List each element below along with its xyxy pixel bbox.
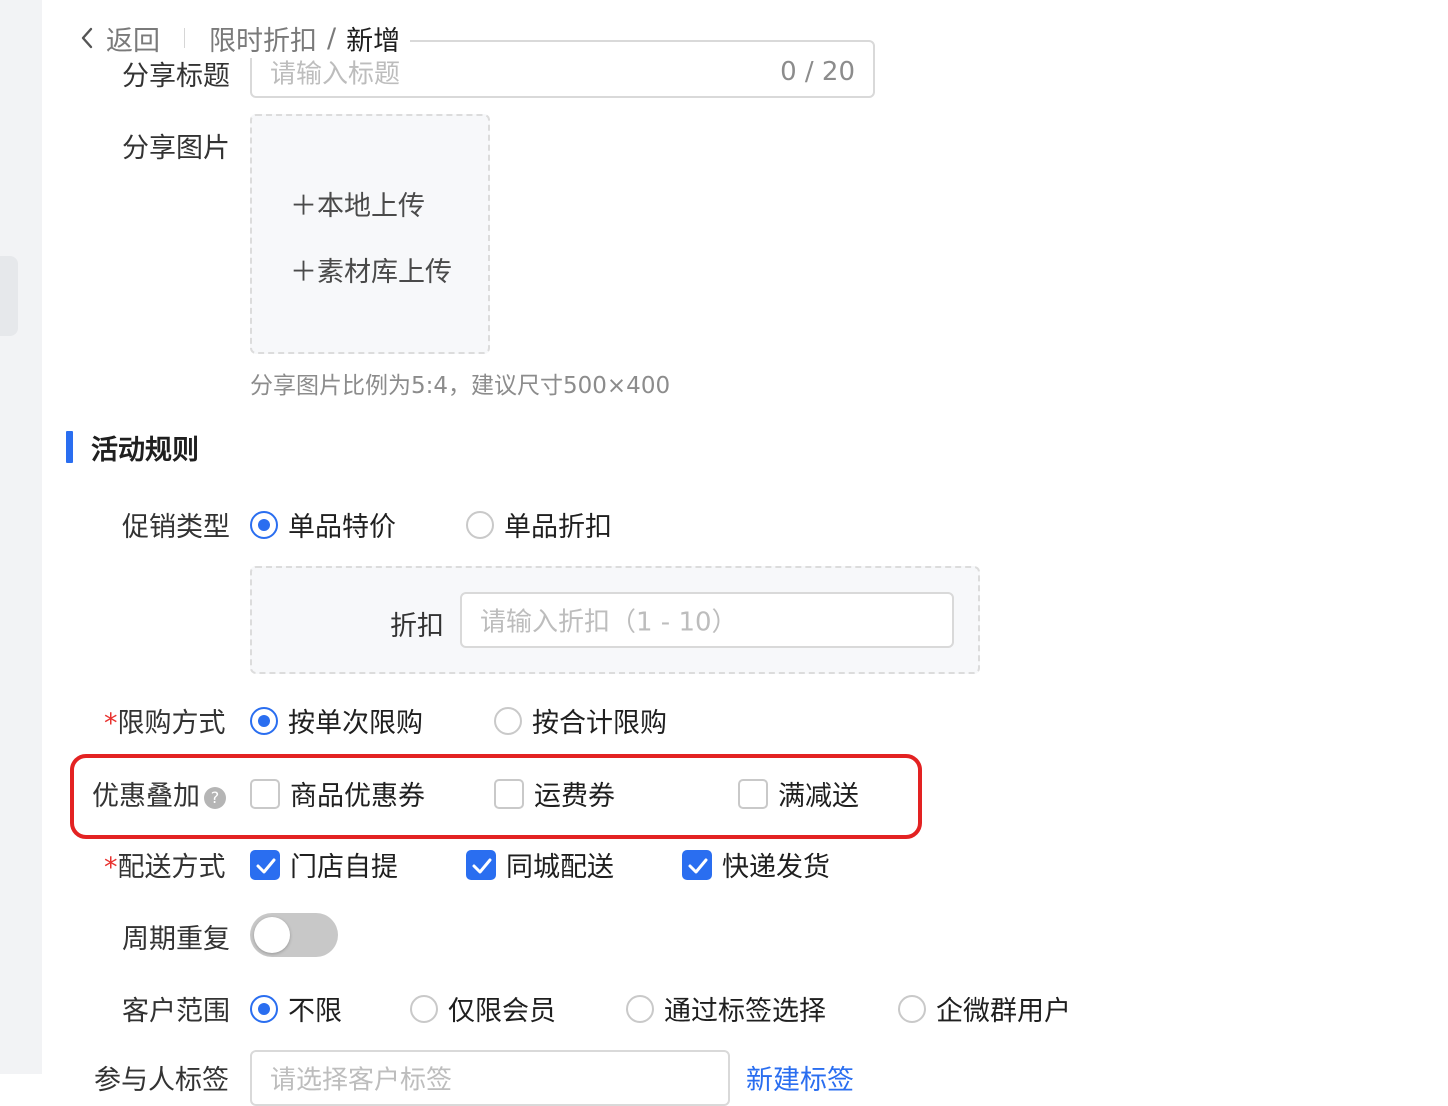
radio-selected-icon[interactable] bbox=[250, 994, 278, 1023]
participant-tag-select[interactable]: 请选择客户标签 bbox=[250, 1050, 730, 1106]
checkbox-label: 快递发货 bbox=[722, 852, 830, 883]
checkbox-label: 运费券 bbox=[534, 781, 615, 812]
radio-scope-members[interactable]: 仅限会员 bbox=[410, 989, 556, 1028]
discount-label: 折扣 bbox=[390, 611, 444, 642]
radio-unselected-icon[interactable] bbox=[626, 994, 654, 1023]
checkbox-unchecked-icon[interactable] bbox=[250, 778, 280, 809]
checkbox-checked-icon[interactable] bbox=[250, 849, 280, 880]
share-title-counter: 0 / 20 bbox=[780, 57, 855, 87]
section-header-rules: 活动规则 bbox=[66, 430, 199, 466]
repeat-toggle[interactable] bbox=[250, 913, 338, 957]
upload-local-button[interactable]: ＋本地上传 bbox=[290, 184, 425, 223]
participant-tag-label: 参与人标签 bbox=[94, 1065, 229, 1096]
share-title-label: 分享标题 bbox=[122, 61, 230, 92]
divider bbox=[184, 28, 185, 48]
chevron-left-icon[interactable] bbox=[72, 23, 102, 53]
stacking-text: 优惠叠加 bbox=[92, 781, 200, 812]
required-mark: * bbox=[104, 708, 118, 739]
checkbox-checked-icon[interactable] bbox=[466, 849, 496, 880]
radio-limit-total[interactable]: 按合计限购 bbox=[494, 701, 667, 740]
checkbox-product-coupon[interactable]: 商品优惠券 bbox=[250, 774, 425, 813]
radio-label: 按合计限购 bbox=[532, 708, 667, 739]
checkbox-same-city[interactable]: 同城配送 bbox=[466, 845, 614, 884]
help-icon[interactable]: ? bbox=[204, 786, 226, 809]
radio-label: 单品特价 bbox=[288, 512, 396, 543]
radio-unselected-icon[interactable] bbox=[494, 706, 522, 735]
breadcrumb-current: 新增 bbox=[346, 25, 401, 57]
share-image-upload: ＋本地上传 ＋素材库上传 bbox=[250, 114, 490, 354]
top-bar: 返回 限时折扣 / 新增 bbox=[72, 18, 411, 58]
radio-label: 单品折扣 bbox=[504, 512, 612, 543]
checkbox-label: 同城配送 bbox=[506, 852, 614, 883]
section-title: 活动规则 bbox=[91, 434, 199, 466]
checkbox-checked-icon[interactable] bbox=[682, 849, 712, 880]
radio-scope-tags[interactable]: 通过标签选择 bbox=[626, 989, 826, 1028]
stacking-label: 优惠叠加? bbox=[92, 774, 226, 813]
checkbox-shipping-coupon[interactable]: 运费券 bbox=[494, 774, 615, 813]
discount-placeholder: 请输入折扣（1 - 10） bbox=[480, 607, 738, 638]
radio-selected-icon[interactable] bbox=[250, 706, 278, 735]
left-rail bbox=[0, 0, 42, 1074]
checkbox-label: 满减送 bbox=[778, 781, 859, 812]
toggle-knob bbox=[254, 917, 290, 953]
limit-method-text: 限购方式 bbox=[117, 708, 226, 739]
back-link[interactable]: 返回 bbox=[106, 19, 160, 58]
left-rail-tab[interactable] bbox=[0, 256, 18, 336]
radio-label: 企微群用户 bbox=[936, 996, 1071, 1027]
new-tag-link[interactable]: 新建标签 bbox=[746, 1058, 854, 1097]
share-image-label: 分享图片 bbox=[122, 133, 230, 164]
upload-library-button[interactable]: ＋素材库上传 bbox=[290, 250, 452, 289]
section-accent-bar bbox=[66, 431, 73, 463]
radio-label: 不限 bbox=[288, 996, 342, 1027]
required-mark: * bbox=[104, 852, 118, 883]
radio-limit-per-order[interactable]: 按单次限购 bbox=[250, 701, 423, 740]
limit-method-label: *限购方式 bbox=[104, 701, 226, 740]
checkbox-unchecked-icon[interactable] bbox=[494, 778, 524, 809]
radio-single-discount[interactable]: 单品折扣 bbox=[466, 505, 612, 544]
checkbox-label: 商品优惠券 bbox=[290, 781, 425, 812]
share-image-hint: 分享图片比例为5:4，建议尺寸500×400 bbox=[250, 373, 671, 399]
share-title-placeholder: 请输入标题 bbox=[270, 59, 401, 90]
breadcrumb-separator: / bbox=[327, 22, 337, 54]
checkbox-store-pickup[interactable]: 门店自提 bbox=[250, 845, 398, 884]
discount-input[interactable]: 请输入折扣（1 - 10） bbox=[460, 592, 954, 648]
customer-scope-label: 客户范围 bbox=[122, 996, 230, 1027]
discount-panel: 折扣 请输入折扣（1 - 10） bbox=[250, 566, 980, 674]
checkbox-express[interactable]: 快递发货 bbox=[682, 845, 830, 884]
participant-tag-placeholder: 请选择客户标签 bbox=[270, 1065, 453, 1096]
radio-scope-unlimited[interactable]: 不限 bbox=[250, 989, 342, 1028]
checkbox-label: 门店自提 bbox=[290, 852, 398, 883]
promo-type-label: 促销类型 bbox=[122, 512, 230, 543]
checkbox-full-reduction[interactable]: 满减送 bbox=[738, 774, 859, 813]
radio-single-special-price[interactable]: 单品特价 bbox=[250, 505, 396, 544]
radio-unselected-icon[interactable] bbox=[466, 510, 494, 539]
radio-scope-wecom-group[interactable]: 企微群用户 bbox=[898, 989, 1071, 1028]
checkbox-unchecked-icon[interactable] bbox=[738, 778, 768, 809]
delivery-label: *配送方式 bbox=[104, 845, 226, 884]
radio-unselected-icon[interactable] bbox=[898, 994, 926, 1023]
repeat-label: 周期重复 bbox=[122, 924, 230, 955]
radio-unselected-icon[interactable] bbox=[410, 994, 438, 1023]
radio-label: 按单次限购 bbox=[288, 708, 423, 739]
radio-label: 仅限会员 bbox=[448, 996, 556, 1027]
breadcrumb-parent[interactable]: 限时折扣 bbox=[209, 19, 317, 58]
radio-label: 通过标签选择 bbox=[664, 996, 826, 1027]
radio-selected-icon[interactable] bbox=[250, 510, 278, 539]
delivery-text: 配送方式 bbox=[117, 852, 226, 883]
